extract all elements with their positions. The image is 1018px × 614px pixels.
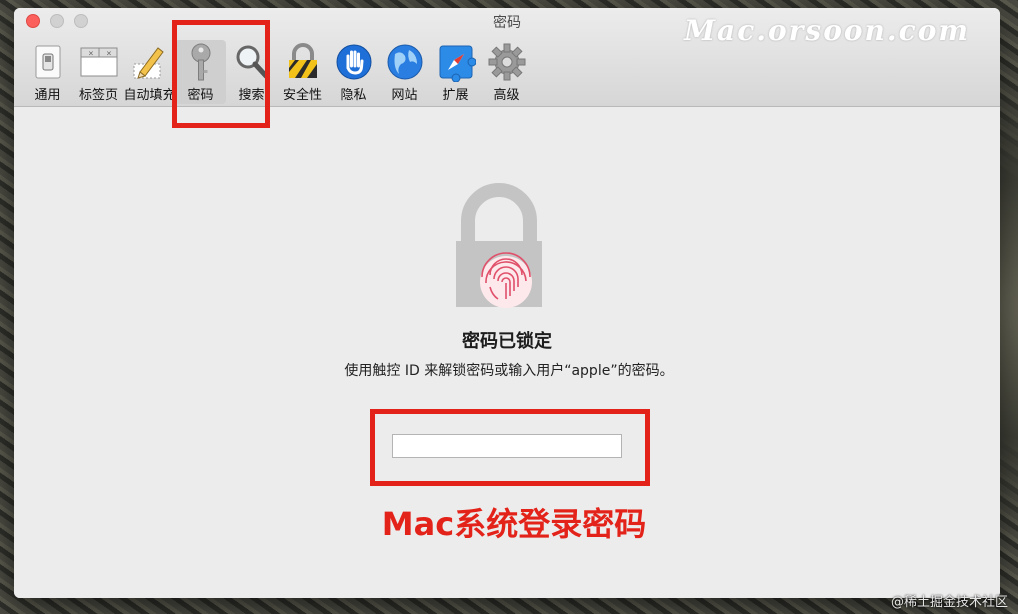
- toolbar: 密码 Mac.orsoon.com 通用 × × 标签页 自动填充 密码 搜索 …: [14, 8, 1000, 107]
- tab-extensions[interactable]: 扩展: [430, 40, 481, 104]
- svg-text:×: ×: [88, 50, 94, 58]
- fingerprint-lock-icon: [456, 183, 542, 308]
- source-credit: @稀土掘金技术社区: [890, 595, 1008, 610]
- puzzle-compass-icon: [439, 45, 476, 82]
- tab-label: 高级: [493, 88, 520, 103]
- globe-icon: [387, 44, 422, 80]
- tab-autofill[interactable]: 自动填充: [123, 40, 176, 104]
- unlock-description: 使用触控 ID 来解锁密码或输入用户“apple”的密码。: [344, 363, 674, 379]
- gear-icon: [488, 43, 525, 81]
- highlight-passwords-tab: [172, 20, 270, 128]
- highlight-password-field: [370, 409, 650, 486]
- annotation-label: Mac系统登录密码: [381, 505, 647, 543]
- passwords-locked-pane: 密码已锁定 使用触控 ID 来解锁密码或输入用户“apple”的密码。 Mac系…: [14, 107, 1000, 598]
- autofill-pencil-icon: [133, 47, 164, 79]
- preference-tabs: 通用 × × 标签页 自动填充 密码 搜索 安全性 隐私 网站 扩展 高级: [22, 40, 532, 104]
- tab-privacy[interactable]: 隐私: [328, 40, 379, 104]
- tab-websites[interactable]: 网站: [379, 40, 430, 104]
- padlock-icon: [288, 43, 317, 78]
- tab-advanced[interactable]: 高级: [481, 40, 532, 104]
- watermark: Mac.orsoon.com: [684, 14, 970, 47]
- hand-icon: [336, 44, 371, 80]
- tab-tabs[interactable]: × × 标签页: [73, 40, 124, 104]
- tab-general[interactable]: 通用: [22, 40, 73, 104]
- svg-text:×: ×: [106, 50, 112, 58]
- tab-security[interactable]: 安全性: [277, 40, 328, 104]
- preferences-window: 密码 Mac.orsoon.com 通用 × × 标签页 自动填充 密码 搜索 …: [14, 8, 1000, 598]
- general-switch-icon: [35, 45, 60, 79]
- tabs-window-icon: × ×: [80, 47, 117, 77]
- locked-heading: 密码已锁定: [462, 331, 552, 352]
